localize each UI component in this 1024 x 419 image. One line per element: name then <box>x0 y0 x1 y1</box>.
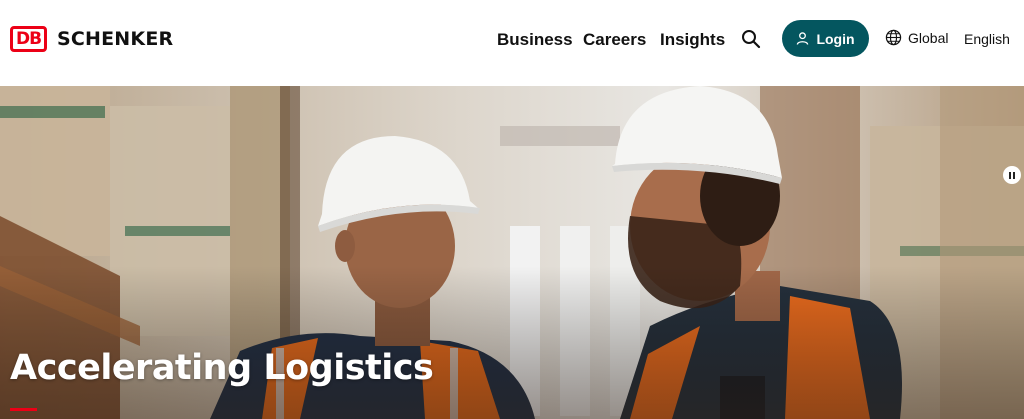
pause-icon[interactable] <box>1003 166 1021 184</box>
hero-title: Accelerating Logistics <box>10 348 434 388</box>
nav-business[interactable]: Business <box>497 30 573 50</box>
logo-wordmark: SCHENKER <box>57 28 174 50</box>
region-selector[interactable]: Global <box>885 29 948 46</box>
user-icon <box>797 32 809 45</box>
search-icon[interactable] <box>741 29 761 49</box>
login-label: Login <box>816 30 855 47</box>
hero-accent-bar <box>10 408 37 411</box>
region-label: Global <box>908 29 949 46</box>
language-selector[interactable]: English <box>964 31 1010 47</box>
db-schenker-logo[interactable]: DB SCHENKER <box>10 26 173 52</box>
db-logo-mark: DB <box>10 26 47 52</box>
nav-insights[interactable]: Insights <box>660 30 725 50</box>
nav-careers[interactable]: Careers <box>583 30 646 50</box>
hero-banner: Accelerating Logistics <box>0 86 1024 419</box>
login-button[interactable]: Login <box>782 20 869 57</box>
globe-icon <box>885 29 902 46</box>
site-header: DB SCHENKER Business Careers Insights Lo… <box>0 0 1024 86</box>
